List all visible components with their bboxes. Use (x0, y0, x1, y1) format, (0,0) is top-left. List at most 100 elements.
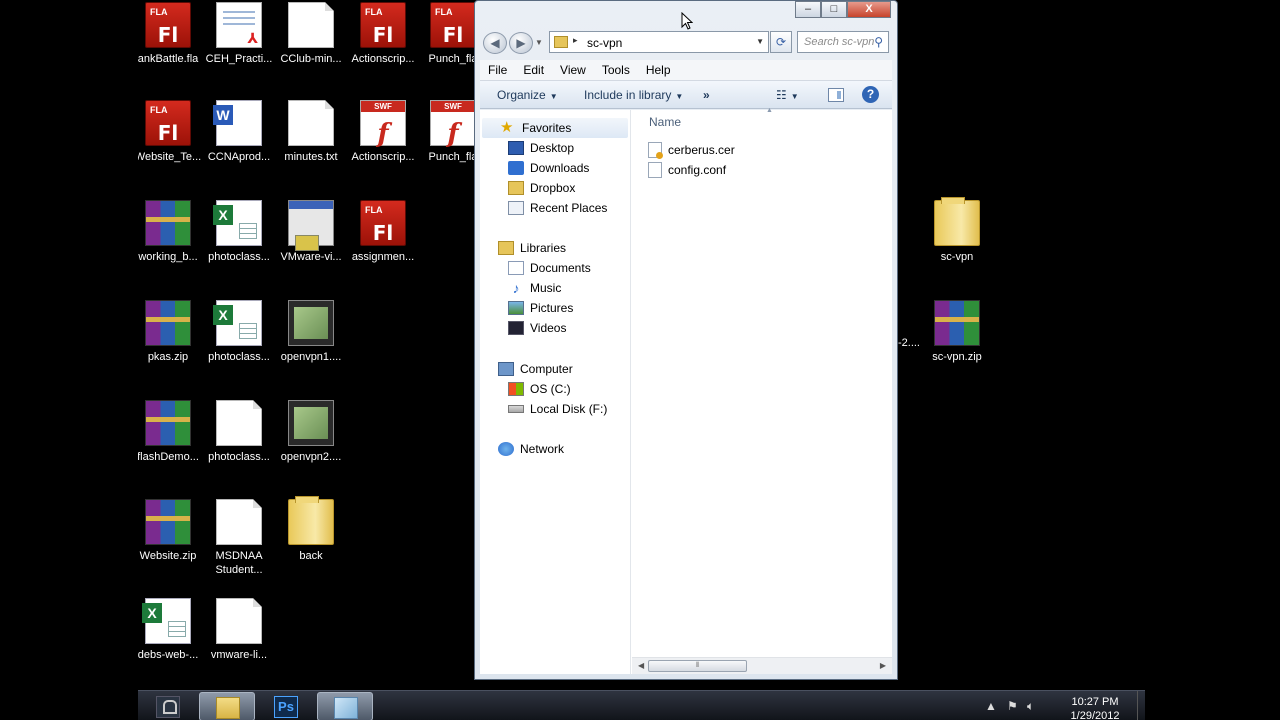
more-commands-button[interactable]: » (703, 88, 710, 102)
file-row[interactable]: config.conf (648, 160, 726, 180)
desktop-icon-label: CClub-min... (280, 53, 342, 65)
breadcrumb-sc-vpn[interactable]: sc-vpn (587, 36, 622, 50)
menu-view[interactable]: View (560, 63, 586, 77)
nav-documents[interactable]: Documents (508, 258, 591, 278)
scrollbar-thumb[interactable]: ⦀ (648, 660, 747, 672)
nav-music[interactable]: ♪ Music (508, 278, 562, 298)
column-header-name[interactable]: Name ▲ (632, 107, 892, 136)
zip-archive-icon (145, 300, 191, 346)
menu-tools[interactable]: Tools (602, 63, 630, 77)
taskbar-button-security[interactable] (140, 692, 196, 720)
desktop-icon-photoclass-2[interactable]: X photoclass... (203, 300, 275, 364)
nav-label: Pictures (530, 301, 574, 315)
desktop-icon-label: openvpn2.... (280, 451, 342, 463)
system-clock[interactable]: 10:27 PM 1/29/2012 (1065, 695, 1125, 720)
nav-local-disk-f[interactable]: Local Disk (F:) (508, 399, 607, 419)
search-placeholder: Search sc-vpn (804, 36, 875, 48)
clock-time: 10:27 PM (1071, 696, 1119, 708)
folder-icon (934, 197, 980, 246)
desktop-icon-tankbattle[interactable]: FLA Fl ankBattle.fla (138, 2, 204, 66)
forward-button[interactable]: ▶ (509, 32, 533, 54)
desktop-icon-flashdemo[interactable]: flashDemo... (138, 400, 204, 464)
desktop-icon-photoclass-3[interactable]: photoclass... (203, 400, 275, 464)
menu-edit[interactable]: Edit (523, 63, 544, 77)
desktop-icon-website-te[interactable]: FLA Fl Website_Te... (138, 100, 204, 164)
address-bar[interactable]: ▸ sc-vpn ▼ (549, 31, 769, 53)
desktop-icon-openvpn2[interactable]: openvpn2.... (275, 400, 347, 464)
close-button[interactable]: X (847, 1, 891, 18)
search-icon[interactable]: ⚲ (874, 35, 883, 49)
nav-desktop[interactable]: Desktop (508, 138, 574, 158)
maximize-button[interactable]: □ (821, 1, 847, 18)
downloads-icon (508, 161, 524, 175)
organize-button[interactable]: Organize ▼ (497, 88, 558, 102)
nav-network[interactable]: Network (498, 439, 564, 459)
desktop-icon-cclub-min[interactable]: CClub-min... (275, 2, 347, 66)
nav-pictures[interactable]: Pictures (508, 298, 573, 318)
nav-os-c[interactable]: OS (C:) (508, 379, 571, 399)
desktop-icon-openvpn1[interactable]: openvpn1.... (275, 300, 347, 364)
desktop-icon-actionscrip-2[interactable]: SWF f Actionscrip... (347, 100, 419, 164)
nav-computer[interactable]: Computer (498, 359, 573, 379)
desktop-icon-ceh-practi[interactable]: ⅄ CEH_Practi... (203, 2, 275, 66)
preview-pane-button[interactable] (828, 88, 844, 102)
nav-downloads[interactable]: Downloads (508, 158, 589, 178)
change-view-button[interactable]: ☷ ▼ (776, 88, 799, 102)
desktop-icon-vmware-li[interactable]: vmware-li... (203, 598, 275, 662)
include-in-library-button[interactable]: Include in library ▼ (584, 88, 683, 102)
desktop-icon-label: photoclass... (208, 451, 270, 463)
taskbar-button-photoshop[interactable]: Ps (258, 692, 314, 720)
swf-file-icon: SWF f (430, 100, 476, 147)
menu-file[interactable]: File (488, 63, 507, 77)
show-desktop-button[interactable] (1137, 691, 1145, 720)
desktop-icon-sc-vpn-folder[interactable]: sc-vpn (921, 197, 993, 264)
desktop-icon-ccnaprod[interactable]: W CCNAprod... (203, 100, 275, 164)
volume-icon[interactable]: 🔈︎ (1027, 699, 1034, 714)
desktop-icon-vmware-vi[interactable]: VMware-vi... (275, 200, 347, 264)
desktop-icon-sc-vpn-zip[interactable]: sc-vpn.zip (921, 300, 993, 364)
desktop-icon-website-zip[interactable]: Website.zip (138, 499, 204, 563)
chevron-down-icon[interactable]: ▼ (756, 37, 764, 46)
desktop-icon-working-b[interactable]: working_b... (138, 200, 204, 264)
zip-archive-icon (145, 499, 191, 545)
videos-icon (508, 321, 524, 335)
nav-label: Recent Places (530, 201, 608, 215)
taskbar-button-explorer[interactable] (199, 692, 255, 720)
desktop-icon-back[interactable]: back (275, 496, 347, 563)
horizontal-scrollbar[interactable]: ◀ ⦀ ▶ (632, 657, 892, 674)
search-box[interactable]: Search sc-vpn ⚲ (797, 31, 889, 53)
taskbar-button-notepad[interactable] (317, 692, 373, 720)
nav-videos[interactable]: Videos (508, 318, 566, 338)
desktop-icon-label: sc-vpn.zip (932, 351, 982, 363)
video-file-icon (288, 300, 334, 346)
show-hidden-icons-icon[interactable]: ▲ (985, 699, 997, 713)
photoshop-icon: Ps (274, 696, 298, 718)
nav-dropbox[interactable]: Dropbox (508, 178, 575, 198)
desktop-icon-label: openvpn1.... (280, 351, 342, 363)
refresh-button[interactable]: ⟳ (770, 31, 792, 53)
nav-recent-places[interactable]: Recent Places (508, 198, 607, 218)
desktop-icon-actionscrip-1[interactable]: FLA Fl Actionscrip... (347, 2, 419, 66)
desktop-icon-pkas-zip[interactable]: pkas.zip (138, 300, 204, 364)
help-button[interactable]: ? (862, 86, 879, 103)
menu-help[interactable]: Help (646, 63, 671, 77)
zip-archive-icon (145, 200, 191, 246)
nav-label: OS (C:) (530, 382, 571, 396)
desktop-icon-photoclass-1[interactable]: X photoclass... (203, 200, 275, 264)
desktop-icon-assignmen[interactable]: FLA Fl assignmen... (347, 200, 419, 264)
action-center-flag-icon[interactable]: ⚑ (1007, 699, 1018, 713)
navigation-bar: ◀ ▶ ▼ ▸ sc-vpn ▼ ⟳ Search sc-vpn ⚲ (483, 31, 889, 55)
back-button[interactable]: ◀ (483, 32, 507, 54)
desktop-icon-msdnaa[interactable]: MSDNAA Student... (203, 499, 275, 577)
nav-libraries[interactable]: Libraries (498, 238, 566, 258)
desktop-icon-minutes-txt[interactable]: minutes.txt (275, 100, 347, 164)
scroll-right-icon[interactable]: ▶ (880, 661, 886, 670)
desktop-icon-debs-web[interactable]: X debs-web-... (138, 598, 204, 662)
file-row[interactable]: cerberus.cer (648, 140, 735, 160)
minimize-button[interactable]: – (795, 1, 821, 18)
recent-locations-dropdown-icon[interactable]: ▼ (535, 38, 543, 47)
scroll-left-icon[interactable]: ◀ (638, 661, 644, 670)
breadcrumb-separator[interactable]: ▸ (573, 35, 578, 46)
nav-label: Dropbox (530, 181, 576, 195)
nav-favorites[interactable]: ★ Favorites (482, 118, 628, 138)
